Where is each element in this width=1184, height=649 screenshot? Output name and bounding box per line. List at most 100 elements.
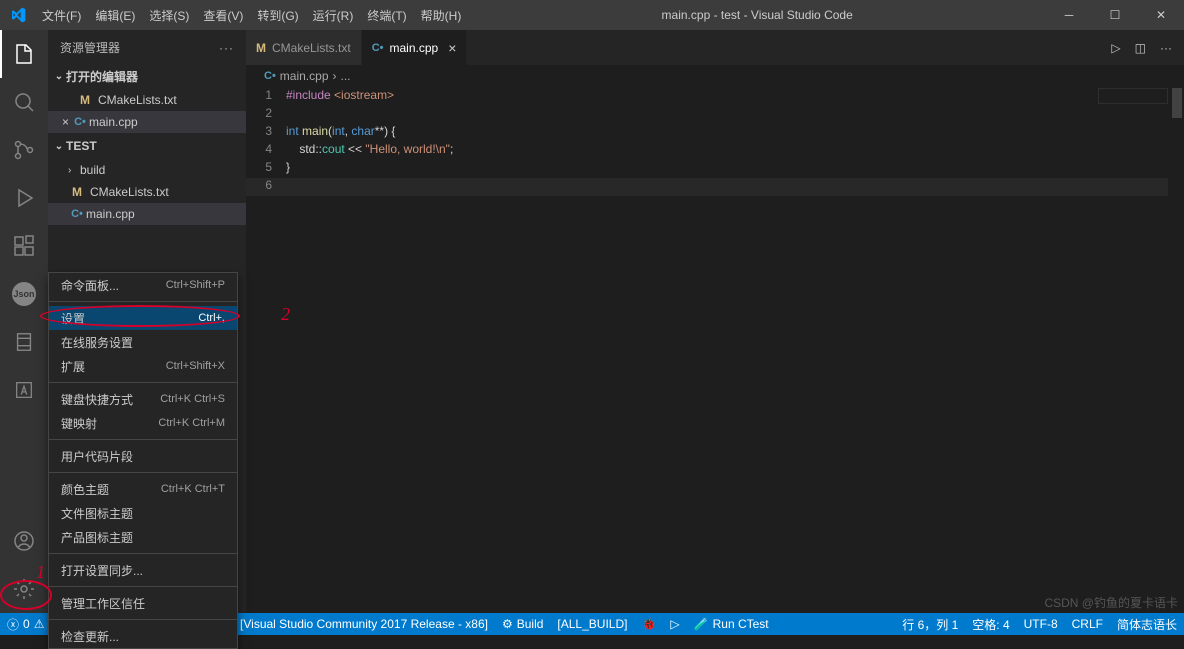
code-token: cout: [322, 142, 345, 156]
settings-context-menu: 命令面板...Ctrl+Shift+P 设置Ctrl+,在线服务设置扩展Ctrl+…: [48, 272, 238, 649]
menu-terminal[interactable]: 终端(T): [360, 0, 413, 30]
menu-view[interactable]: 查看(V): [196, 0, 250, 30]
open-editors-label: 打开的编辑器: [66, 68, 138, 85]
activity-source-control-icon[interactable]: [0, 126, 48, 174]
ctx-item[interactable]: 打开设置同步...: [49, 558, 237, 582]
ctx-shortcut: Ctrl+K Ctrl+S: [160, 393, 225, 405]
cpp-file-icon: C•: [71, 116, 89, 128]
ctx-label: 检查更新...: [61, 628, 119, 645]
vscode-logo-icon: [0, 7, 35, 23]
cpp-file-icon: C•: [68, 208, 86, 220]
tree-file-cmakelists[interactable]: MCMakeLists.txt: [48, 181, 246, 203]
menu-edit[interactable]: 编辑(E): [88, 0, 142, 30]
status-spaces[interactable]: 空格: 4: [965, 613, 1016, 635]
sidebar-title: 资源管理器 ···: [48, 30, 246, 65]
ctx-item[interactable]: 检查更新...: [49, 624, 237, 648]
sidebar-more-icon[interactable]: ···: [219, 41, 234, 55]
ctx-shortcut: Ctrl+Shift+X: [166, 360, 225, 372]
close-icon[interactable]: ✕: [1138, 0, 1184, 30]
run-arrow-icon[interactable]: ▷: [1111, 41, 1120, 55]
error-icon: ⓧ: [7, 616, 19, 633]
open-editor-main-cpp[interactable]: ×C•main.cpp: [48, 111, 246, 133]
ctx-item[interactable]: 管理工作区信任: [49, 591, 237, 615]
activity-extensions-icon[interactable]: [0, 222, 48, 270]
beaker-icon: 🧪: [694, 617, 709, 631]
tab-actions: ▷ ◫ ···: [1099, 30, 1184, 65]
ctx-label: 用户代码片段: [61, 448, 133, 465]
status-ctest[interactable]: 🧪 Run CTest: [687, 613, 776, 635]
ctx-label: 设置: [61, 310, 85, 327]
warning-icon: ⚠: [34, 617, 45, 631]
m-file-icon: M: [76, 93, 94, 107]
ctx-item[interactable]: 文件图标主题: [49, 501, 237, 525]
ctx-shortcut: Ctrl+Shift+P: [166, 279, 225, 291]
minimap[interactable]: [1098, 88, 1168, 104]
activity-search-icon[interactable]: [0, 78, 48, 126]
status-kit[interactable]: ✂[Visual Studio Community 2017 Release -…: [219, 613, 495, 635]
status-encoding[interactable]: UTF-8: [1017, 613, 1065, 635]
window-title: main.cpp - test - Visual Studio Code: [468, 8, 1046, 22]
ctx-item[interactable]: 产品图标主题: [49, 525, 237, 549]
tab-main-cpp[interactable]: C•main.cpp×: [362, 30, 468, 65]
scrollbar-thumb[interactable]: [1172, 88, 1182, 118]
menu-goto[interactable]: 转到(G): [250, 0, 305, 30]
ctx-item[interactable]: 在线服务设置: [49, 330, 237, 354]
project-section[interactable]: ⌄TEST: [48, 135, 246, 157]
menu-separator: [49, 382, 237, 383]
ctx-item[interactable]: 用户代码片段: [49, 444, 237, 468]
activity-explorer-icon[interactable]: [0, 30, 48, 78]
open-editors-section[interactable]: ⌄打开的编辑器: [48, 65, 246, 87]
ctx-item[interactable]: 扩展Ctrl+Shift+X: [49, 354, 237, 378]
line-number: 5: [246, 160, 286, 178]
tree-label: CMakeLists.txt: [90, 185, 169, 199]
ctx-item[interactable]: 颜色主题Ctrl+K Ctrl+T: [49, 477, 237, 501]
code-token: **) {: [375, 124, 396, 138]
line-number: 2: [246, 106, 286, 124]
status-target[interactable]: [ALL_BUILD]: [550, 613, 634, 635]
status-build[interactable]: ⚙Build: [495, 613, 550, 635]
code-token: ;: [450, 142, 453, 156]
close-editor-icon[interactable]: ×: [62, 115, 69, 129]
open-editor-cmakelists[interactable]: MCMakeLists.txt: [48, 89, 246, 111]
status-language[interactable]: 简体志语长: [1110, 613, 1184, 635]
tree-folder-build[interactable]: ›build: [48, 159, 246, 181]
activity-a-icon[interactable]: [0, 366, 48, 414]
status-debug-launch[interactable]: 🐞: [634, 613, 663, 635]
status-eol[interactable]: CRLF: [1065, 613, 1110, 635]
ctx-item[interactable]: 键映射Ctrl+K Ctrl+M: [49, 411, 237, 435]
code-token: <<: [345, 142, 366, 156]
line-number: 4: [246, 142, 286, 160]
menu-help[interactable]: 帮助(H): [414, 0, 469, 30]
maximize-icon[interactable]: ☐: [1092, 0, 1138, 30]
code-editor[interactable]: 1#include <iostream> 2 3int main(int, ch…: [246, 88, 1168, 613]
code-token: std::: [286, 142, 322, 156]
breadcrumb[interactable]: C• main.cpp › ...: [246, 65, 1184, 87]
menu-run[interactable]: 运行(R): [306, 0, 361, 30]
tab-cmakelists[interactable]: MCMakeLists.txt: [246, 30, 362, 65]
more-actions-icon[interactable]: ···: [1160, 41, 1172, 55]
activity-run-debug-icon[interactable]: [0, 174, 48, 222]
code-token: #include: [286, 88, 331, 102]
close-tab-icon[interactable]: ×: [448, 40, 456, 56]
activity-notebook-icon[interactable]: [0, 318, 48, 366]
split-editor-icon[interactable]: ◫: [1135, 41, 1146, 55]
ctx-item[interactable]: 键盘快捷方式Ctrl+K Ctrl+S: [49, 387, 237, 411]
code-token: int: [286, 124, 299, 138]
menu-file[interactable]: 文件(F): [35, 0, 88, 30]
tree-file-main-cpp[interactable]: C•main.cpp: [48, 203, 246, 225]
status-label: [Visual Studio Community 2017 Release - …: [240, 617, 488, 631]
activity-json-icon[interactable]: Json: [0, 270, 48, 318]
menu-select[interactable]: 选择(S): [142, 0, 196, 30]
status-label: Run CTest: [713, 617, 769, 631]
status-run-launch[interactable]: ▷: [663, 613, 686, 635]
ctx-label: 管理工作区信任: [61, 595, 145, 612]
ctx-item[interactable]: 命令面板...Ctrl+Shift+P: [49, 273, 237, 297]
editor-tabs: MCMakeLists.txt C•main.cpp× ▷ ◫ ···: [246, 30, 1184, 65]
breadcrumb-file: main.cpp: [280, 69, 329, 83]
ctx-item[interactable]: 设置Ctrl+,: [49, 306, 237, 330]
status-cursor[interactable]: 行 6，列 1: [895, 613, 965, 635]
activity-account-icon[interactable]: [0, 517, 48, 565]
ctx-label: 颜色主题: [61, 481, 109, 498]
minimize-icon[interactable]: ─: [1046, 0, 1092, 30]
chevron-right-icon: ›: [333, 69, 337, 83]
